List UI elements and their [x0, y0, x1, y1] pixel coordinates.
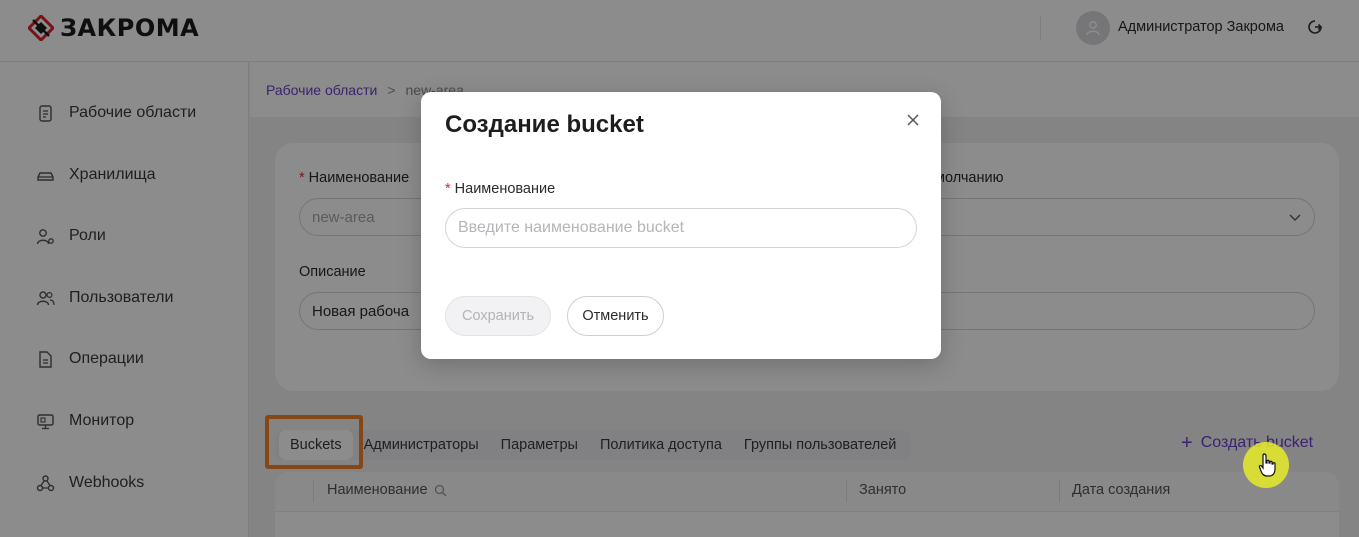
- cancel-button[interactable]: Отменить: [567, 296, 664, 336]
- modal-title: Создание bucket: [445, 111, 644, 138]
- save-button[interactable]: Сохранить: [445, 296, 551, 336]
- hand-pointer-icon: [1258, 453, 1276, 477]
- bucket-name-label-text: Наименование: [454, 181, 556, 197]
- required-mark: *: [445, 181, 451, 197]
- bucket-name-input[interactable]: Введите наименование bucket: [445, 208, 917, 248]
- bucket-name-label: * Наименование: [445, 181, 555, 197]
- create-bucket-modal: Создание bucket * Наименование Введите на…: [421, 92, 941, 359]
- close-icon[interactable]: [905, 112, 921, 128]
- bucket-name-placeholder: Введите наименование bucket: [458, 219, 685, 236]
